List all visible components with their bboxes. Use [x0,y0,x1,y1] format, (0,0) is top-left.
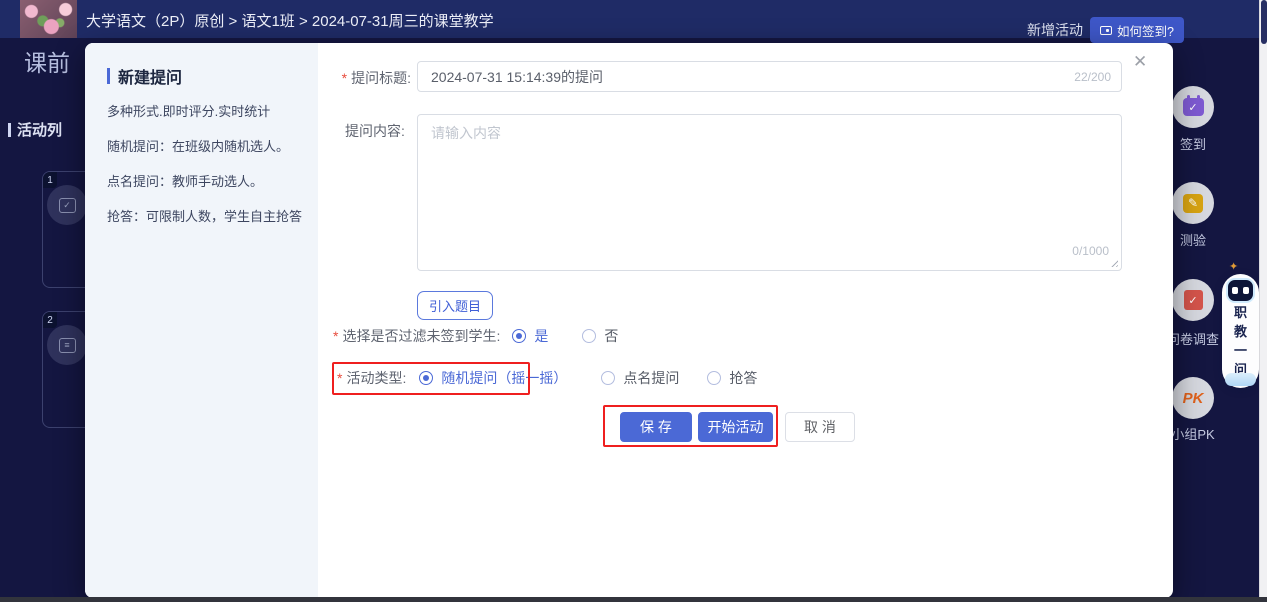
question-content-textarea[interactable] [431,123,1051,243]
radio-filter-no-label[interactable]: 否 [604,326,618,346]
question-title-field-wrap: 22/200 [417,61,1122,92]
import-question-button[interactable]: 引入题目 [417,291,493,320]
sidebar-hint: 点名提问：教师手动选人。 [107,171,263,190]
radio-type-random-label[interactable]: 随机提问（摇一摇） [441,368,567,388]
assistant-char: 一 [1234,341,1247,360]
new-question-modal: 新建提问 多种形式.即时评分.实时统计 随机提问：在班级内随机选人。 点名提问：… [85,43,1173,598]
sidebar-hint: 抢答：可限制人数，学生自主抢答 [107,206,302,225]
cloud-decoration [1225,373,1256,386]
sidebar-hint: 多种形式.即时评分.实时统计 [107,101,270,120]
radio-filter-yes[interactable] [512,329,526,343]
rail-item-signin[interactable]: ✓ [1172,86,1214,128]
course-cover-image [20,0,77,38]
question-title-input[interactable] [431,62,1031,91]
rail-item-survey[interactable]: ✓ [1172,279,1214,321]
doc-check-icon: ✓ [1184,290,1203,310]
activity-list-section-title: 活动列 [8,119,62,140]
resize-handle[interactable] [1109,258,1118,267]
modal-sidebar: 新建提问 多种形式.即时评分.实时统计 随机提问：在班级内随机选人。 点名提问：… [85,43,318,598]
sparkle-icon: ✦ [1229,260,1238,273]
question-title-label: *提问标题: [325,68,411,88]
breadcrumb: 大学语文（2P）原创 > 语文1班 > 2024-07-31周三的课堂教学 [86,10,494,31]
calendar-check-icon: ✓ [1183,98,1204,116]
activity-icon-circle: ✓ [47,185,87,225]
close-icon[interactable]: ✕ [1133,52,1147,72]
radio-type-random[interactable] [419,371,433,385]
required-asterisk: * [342,70,347,86]
sidebar-hint: 随机提问：在班级内随机选人。 [107,136,289,155]
how-to-signin-button[interactable]: 如何签到? [1090,17,1184,43]
content-char-counter: 0/1000 [1072,244,1109,258]
cancel-button[interactable]: 取 消 [785,412,855,442]
radio-filter-yes-label[interactable]: 是 [534,326,548,346]
modal-title: 新建提问 [107,64,182,88]
radio-filter-no[interactable] [582,329,596,343]
radio-type-pick[interactable] [601,371,615,385]
scrollbar-thumb[interactable] [1261,0,1267,44]
radio-type-pick-label[interactable]: 点名提问 [623,368,679,388]
assistant-char: 职 [1234,303,1247,322]
question-content-field-wrap: 0/1000 [417,114,1122,271]
add-activity-button[interactable]: 新增活动 [1027,20,1083,40]
filter-label: *选择是否过滤未签到学生: [333,326,500,346]
clipboard-icon: ≡ [59,338,76,353]
scrollbar-track[interactable] [1259,0,1267,602]
title-accent-bar [107,68,110,84]
rail-item-group-pk[interactable]: PK [1172,377,1214,419]
activity-type-row: *活动类型: 随机提问（摇一摇） 点名提问 抢答 [337,368,757,388]
filter-unsigned-row: *选择是否过滤未签到学生: 是 否 [333,326,618,346]
assistant-widget[interactable]: 职 教 一 问 [1222,274,1259,388]
start-activity-button[interactable]: 开始活动 [698,412,773,442]
title-char-counter: 22/200 [1074,70,1111,84]
radio-type-rush[interactable] [707,371,721,385]
doc-pencil-icon: ✎ [1183,194,1203,213]
activity-type-label: *活动类型: [337,368,406,388]
page-title: 课前（ [24,44,93,78]
pk-icon: PK [1183,390,1204,407]
radio-type-rush-label[interactable]: 抢答 [729,368,757,388]
rail-item-quiz[interactable]: ✎ [1172,182,1214,224]
camera-icon [1100,26,1112,35]
robot-icon [1226,278,1255,303]
card-index-badge: 1 [43,172,57,188]
calendar-check-icon: ✓ [59,198,76,213]
bottom-edge-bar [0,597,1267,602]
save-button[interactable]: 保 存 [620,412,692,442]
how-to-signin-label: 如何签到? [1117,21,1174,40]
card-index-badge: 2 [43,312,57,328]
activity-icon-circle: ≡ [47,325,87,365]
section-bar [8,123,11,137]
assistant-char: 教 [1234,322,1247,341]
question-content-label: 提问内容: [345,121,405,141]
